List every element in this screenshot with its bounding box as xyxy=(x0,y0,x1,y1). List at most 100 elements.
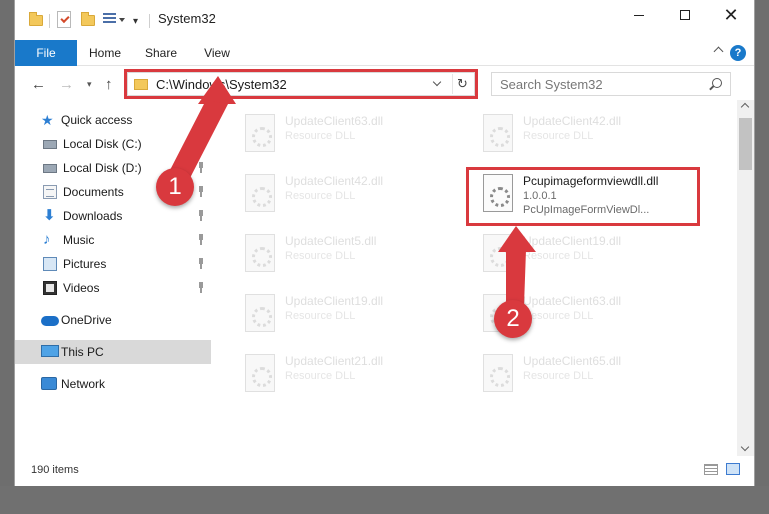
sidebar-item-label: Documents xyxy=(63,185,124,199)
pin-icon[interactable] xyxy=(197,282,205,294)
music-icon: ♪ xyxy=(43,231,51,248)
list-item[interactable]: UpdateClient21.dll Resource DLL xyxy=(237,348,467,398)
help-icon[interactable]: ? xyxy=(730,45,746,61)
close-button[interactable]: ✕ xyxy=(708,0,754,30)
dll-file-icon xyxy=(483,234,513,272)
title-bar: ▾ System32 ✕ xyxy=(15,0,754,36)
pin-icon[interactable] xyxy=(197,162,205,174)
file-type: Resource DLL xyxy=(523,130,594,142)
pictures-icon xyxy=(43,257,57,271)
list-item[interactable]: UpdateClient63.dll Resource DLL xyxy=(237,108,467,158)
file-type: Resource DLL xyxy=(523,250,594,262)
maximize-icon xyxy=(680,10,690,20)
sidebar-item-local-disk-c[interactable]: Local Disk (C:) xyxy=(15,132,211,156)
file-type: Resource DLL xyxy=(285,250,356,262)
customize-toolbar-icon[interactable]: ▾ xyxy=(133,16,138,27)
sidebar-item-downloads[interactable]: ⬇ Downloads xyxy=(15,204,211,228)
list-item[interactable]: UpdateClient19.dll Resource DLL xyxy=(237,288,467,338)
sidebar-item-videos[interactable]: Videos xyxy=(15,276,211,300)
list-item[interactable]: UpdateClient65.dll Resource DLL xyxy=(475,348,705,398)
dll-file-icon xyxy=(245,294,275,332)
sidebar-item-label: Music xyxy=(63,233,95,247)
new-folder-icon[interactable] xyxy=(81,12,95,26)
list-item[interactable]: UpdateClient42.dll Resource DLL xyxy=(237,168,467,218)
file-name: UpdateClient42.dll xyxy=(285,174,384,188)
sidebar-item-label: Network xyxy=(61,377,106,391)
navigation-pane: ★ Quick access Local Disk (C:) Local Dis… xyxy=(15,104,211,454)
sidebar-item-quick-access[interactable]: ★ Quick access xyxy=(15,108,211,132)
tab-home[interactable]: Home xyxy=(87,40,123,66)
pin-icon[interactable] xyxy=(197,234,205,246)
pin-icon[interactable] xyxy=(197,258,205,270)
details-view-icon[interactable] xyxy=(704,464,718,475)
videos-icon xyxy=(43,281,57,295)
pin-icon[interactable] xyxy=(197,210,205,222)
dll-file-icon xyxy=(245,234,275,272)
sidebar-item-label: Downloads xyxy=(63,209,123,223)
tab-file[interactable]: File xyxy=(15,40,77,66)
forward-button[interactable]: → xyxy=(59,76,74,93)
expand-ribbon-icon[interactable] xyxy=(713,46,724,57)
tab-view[interactable]: View xyxy=(201,40,233,66)
sidebar-item-this-pc[interactable]: This PC xyxy=(15,340,211,364)
step-1-badge: 1 xyxy=(156,168,194,206)
file-type: Resource DLL xyxy=(285,310,356,322)
item-count: 190 items xyxy=(31,464,79,476)
step-2-badge: 2 xyxy=(494,300,532,338)
file-type: Resource DLL xyxy=(285,190,356,202)
sidebar-item-network[interactable]: Network xyxy=(15,372,211,396)
properties-check-icon[interactable] xyxy=(57,11,71,28)
file-list: UpdateClient63.dll Resource DLL UpdateCl… xyxy=(225,104,739,454)
file-name: UpdateClient42.dll xyxy=(523,114,622,128)
list-item[interactable]: UpdateClient19.dll Resource DLL xyxy=(475,228,705,278)
large-icons-view-icon[interactable] xyxy=(726,463,740,475)
pin-icon[interactable] xyxy=(197,186,205,198)
folder-icon xyxy=(29,12,43,26)
dll-file-icon xyxy=(483,354,513,392)
maximize-button[interactable] xyxy=(662,0,708,30)
caret-down-icon[interactable] xyxy=(119,18,125,22)
vertical-scrollbar[interactable] xyxy=(737,100,754,456)
list-item[interactable]: UpdateClient5.dll Resource DLL xyxy=(237,228,467,278)
scroll-thumb[interactable] xyxy=(739,118,752,170)
sidebar-item-music[interactable]: ♪ Music xyxy=(15,228,211,252)
sidebar-item-label: Videos xyxy=(63,281,100,295)
up-button[interactable]: ↑ xyxy=(105,76,113,93)
documents-icon xyxy=(43,185,57,199)
file-name: UpdateClient19.dll xyxy=(285,294,384,308)
pin-icon[interactable] xyxy=(197,138,205,150)
disk-icon xyxy=(43,140,57,149)
properties-list-icon[interactable] xyxy=(103,13,116,26)
search-icon[interactable] xyxy=(712,78,722,88)
tab-share[interactable]: Share xyxy=(143,40,179,66)
sidebar-item-label: Pictures xyxy=(63,257,107,271)
back-button[interactable]: ← xyxy=(31,76,46,93)
background-strip xyxy=(0,486,769,514)
minimize-icon xyxy=(634,14,644,16)
explorer-window: ▾ System32 ✕ File Home Share View ? ← → … xyxy=(14,0,755,514)
scroll-up-icon[interactable] xyxy=(740,102,750,112)
sidebar-item-pictures[interactable]: Pictures xyxy=(15,252,211,276)
address-highlight-box xyxy=(124,69,478,99)
file-name: UpdateClient65.dll xyxy=(523,354,622,368)
file-name: UpdateClient21.dll xyxy=(285,354,384,368)
disk-icon xyxy=(43,164,57,173)
search-box[interactable]: Search System32 xyxy=(491,72,731,96)
file-type: Resource DLL xyxy=(285,370,356,382)
toolbar-separator xyxy=(49,14,50,28)
star-icon: ★ xyxy=(41,112,54,128)
list-item[interactable]: UpdateClient42.dll Resource DLL xyxy=(475,108,705,158)
file-name: UpdateClient5.dll xyxy=(285,234,377,248)
sidebar-item-onedrive[interactable]: OneDrive xyxy=(15,308,211,332)
sidebar-item-label: This PC xyxy=(61,345,104,359)
sidebar-item-label: Quick access xyxy=(61,113,133,127)
search-placeholder[interactable]: Search System32 xyxy=(500,77,603,92)
computer-icon xyxy=(41,345,59,357)
minimize-button[interactable] xyxy=(616,0,662,30)
close-icon: ✕ xyxy=(723,4,739,25)
scroll-down-icon[interactable] xyxy=(740,442,750,452)
recent-locations-button[interactable]: ▾ xyxy=(87,79,92,90)
file-type: Resource DLL xyxy=(523,310,594,322)
file-highlight-box xyxy=(466,167,700,226)
title-separator xyxy=(149,14,150,28)
